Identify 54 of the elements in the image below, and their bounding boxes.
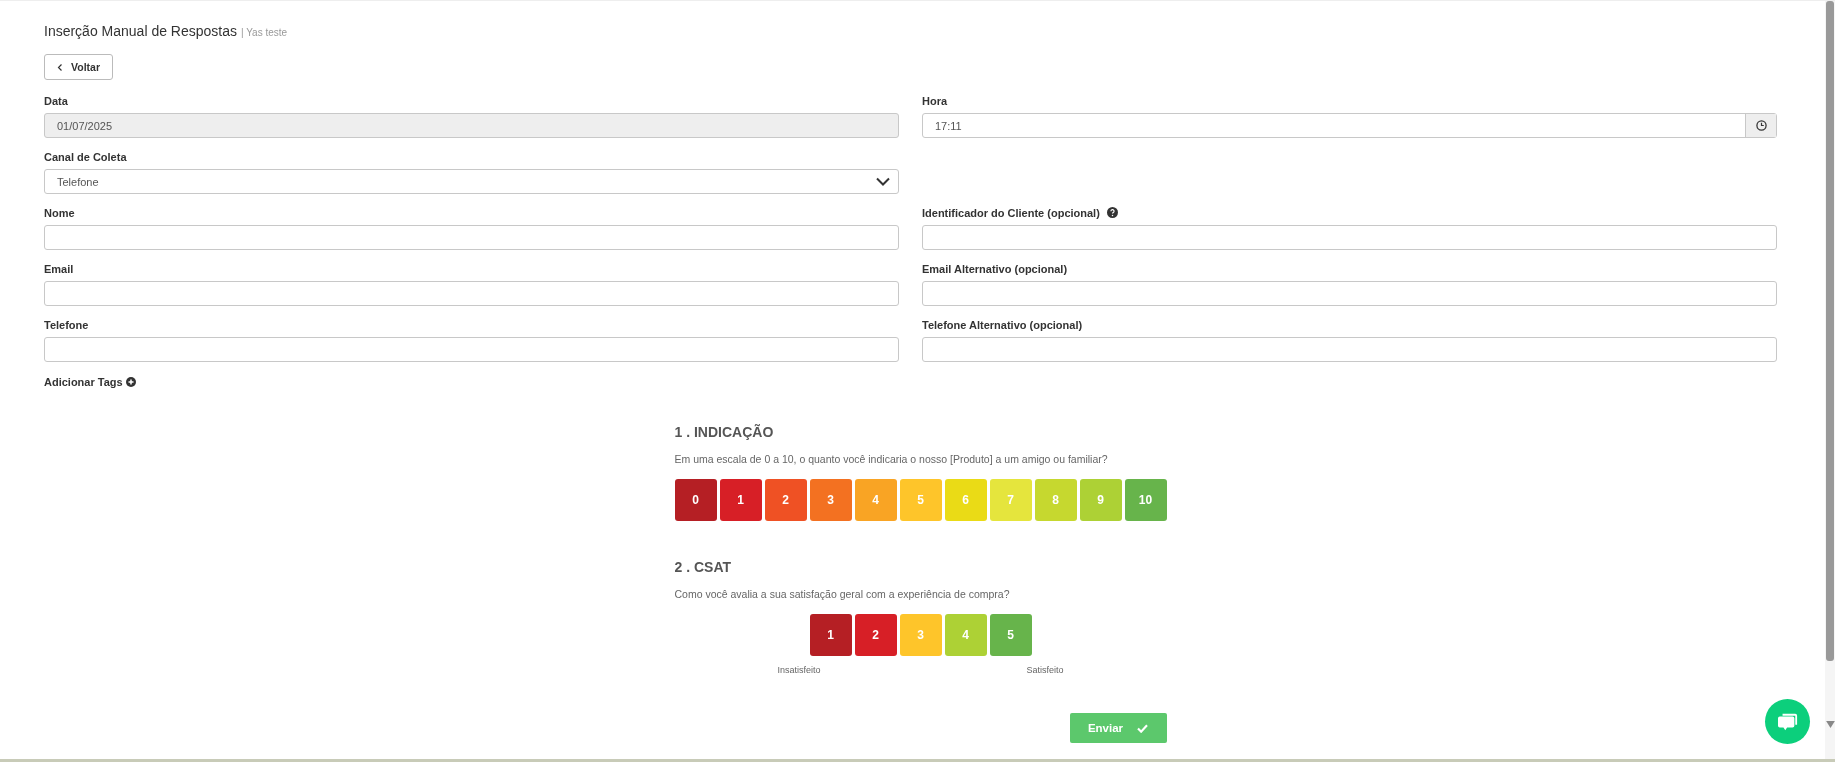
scale-low-label: Insatisfeito	[777, 665, 821, 675]
question-text: Em uma escala de 0 a 10, o quanto você indicaria o nosso [Produto] a um amigo ou familiar?	[674, 453, 1109, 465]
page-title: Inserção Manual de Respostas	[44, 23, 237, 39]
scrollbar[interactable]	[1825, 1, 1835, 759]
field-label: Canal de Coleta	[44, 150, 127, 163]
score-option[interactable]: 10	[1124, 479, 1167, 521]
time-field[interactable]: 17:11	[922, 113, 1777, 138]
input-field[interactable]	[922, 337, 1777, 362]
question-title: 1 . INDICAÇÃO	[674, 424, 775, 440]
field-label: Email	[44, 262, 74, 275]
score-option[interactable]: 1	[719, 479, 762, 521]
score-option[interactable]: 9	[1079, 479, 1122, 521]
input-field[interactable]	[44, 225, 899, 250]
chevron-left-icon	[57, 62, 63, 72]
back-button[interactable]: Voltar	[44, 54, 113, 80]
channel-select[interactable]: Telefone	[44, 169, 899, 194]
clock-icon	[1755, 120, 1767, 131]
field-label: Identificador do Cliente (opcional)	[922, 206, 1100, 219]
score-option[interactable]: 3	[809, 479, 852, 521]
score-option[interactable]: 5	[899, 479, 942, 521]
submit-button[interactable]: Enviar	[1069, 713, 1167, 743]
field-label: Data	[44, 94, 68, 107]
field-label: Nome	[44, 206, 75, 219]
chevron-down-icon	[876, 177, 890, 186]
score-option[interactable]: 3	[899, 614, 942, 656]
score-option[interactable]: 4	[944, 614, 987, 656]
input-field[interactable]	[922, 281, 1777, 306]
scrollbar-thumb[interactable]	[1826, 1, 1834, 661]
page-subtitle: | Yas teste	[241, 27, 288, 38]
scale-high-label: Satisfeito	[1026, 665, 1064, 675]
help-icon[interactable]	[1106, 207, 1118, 218]
score-option[interactable]: 5	[989, 614, 1032, 656]
input-field[interactable]	[922, 225, 1777, 250]
question-title: 2 . CSAT	[674, 559, 733, 575]
score-option[interactable]: 0	[674, 479, 717, 521]
clock-button[interactable]	[1745, 114, 1776, 137]
add-tags-link[interactable]: Adicionar Tags	[44, 376, 123, 388]
score-option[interactable]: 2	[764, 479, 807, 521]
field-label: Email Alternativo (opcional)	[922, 262, 1068, 275]
score-option[interactable]: 2	[854, 614, 897, 656]
score-option[interactable]: 8	[1034, 479, 1077, 521]
score-option[interactable]: 4	[854, 479, 897, 521]
check-icon	[1137, 723, 1149, 733]
field-label: Telefone Alternativo (opcional)	[922, 318, 1083, 331]
chat-bubbles-icon	[1776, 711, 1799, 732]
scroll-down-arrow-icon[interactable]	[1825, 721, 1835, 728]
score-option[interactable]: 1	[809, 614, 852, 656]
input-field[interactable]	[44, 281, 899, 306]
input-field[interactable]	[44, 337, 899, 362]
plus-circle-icon[interactable]	[125, 377, 136, 387]
field-label: Hora	[922, 94, 948, 107]
chat-button[interactable]	[1765, 699, 1810, 744]
field-label: Telefone	[44, 318, 89, 331]
question-text: Como você avalia a sua satisfação geral com a experiência de compra?	[674, 588, 1011, 600]
